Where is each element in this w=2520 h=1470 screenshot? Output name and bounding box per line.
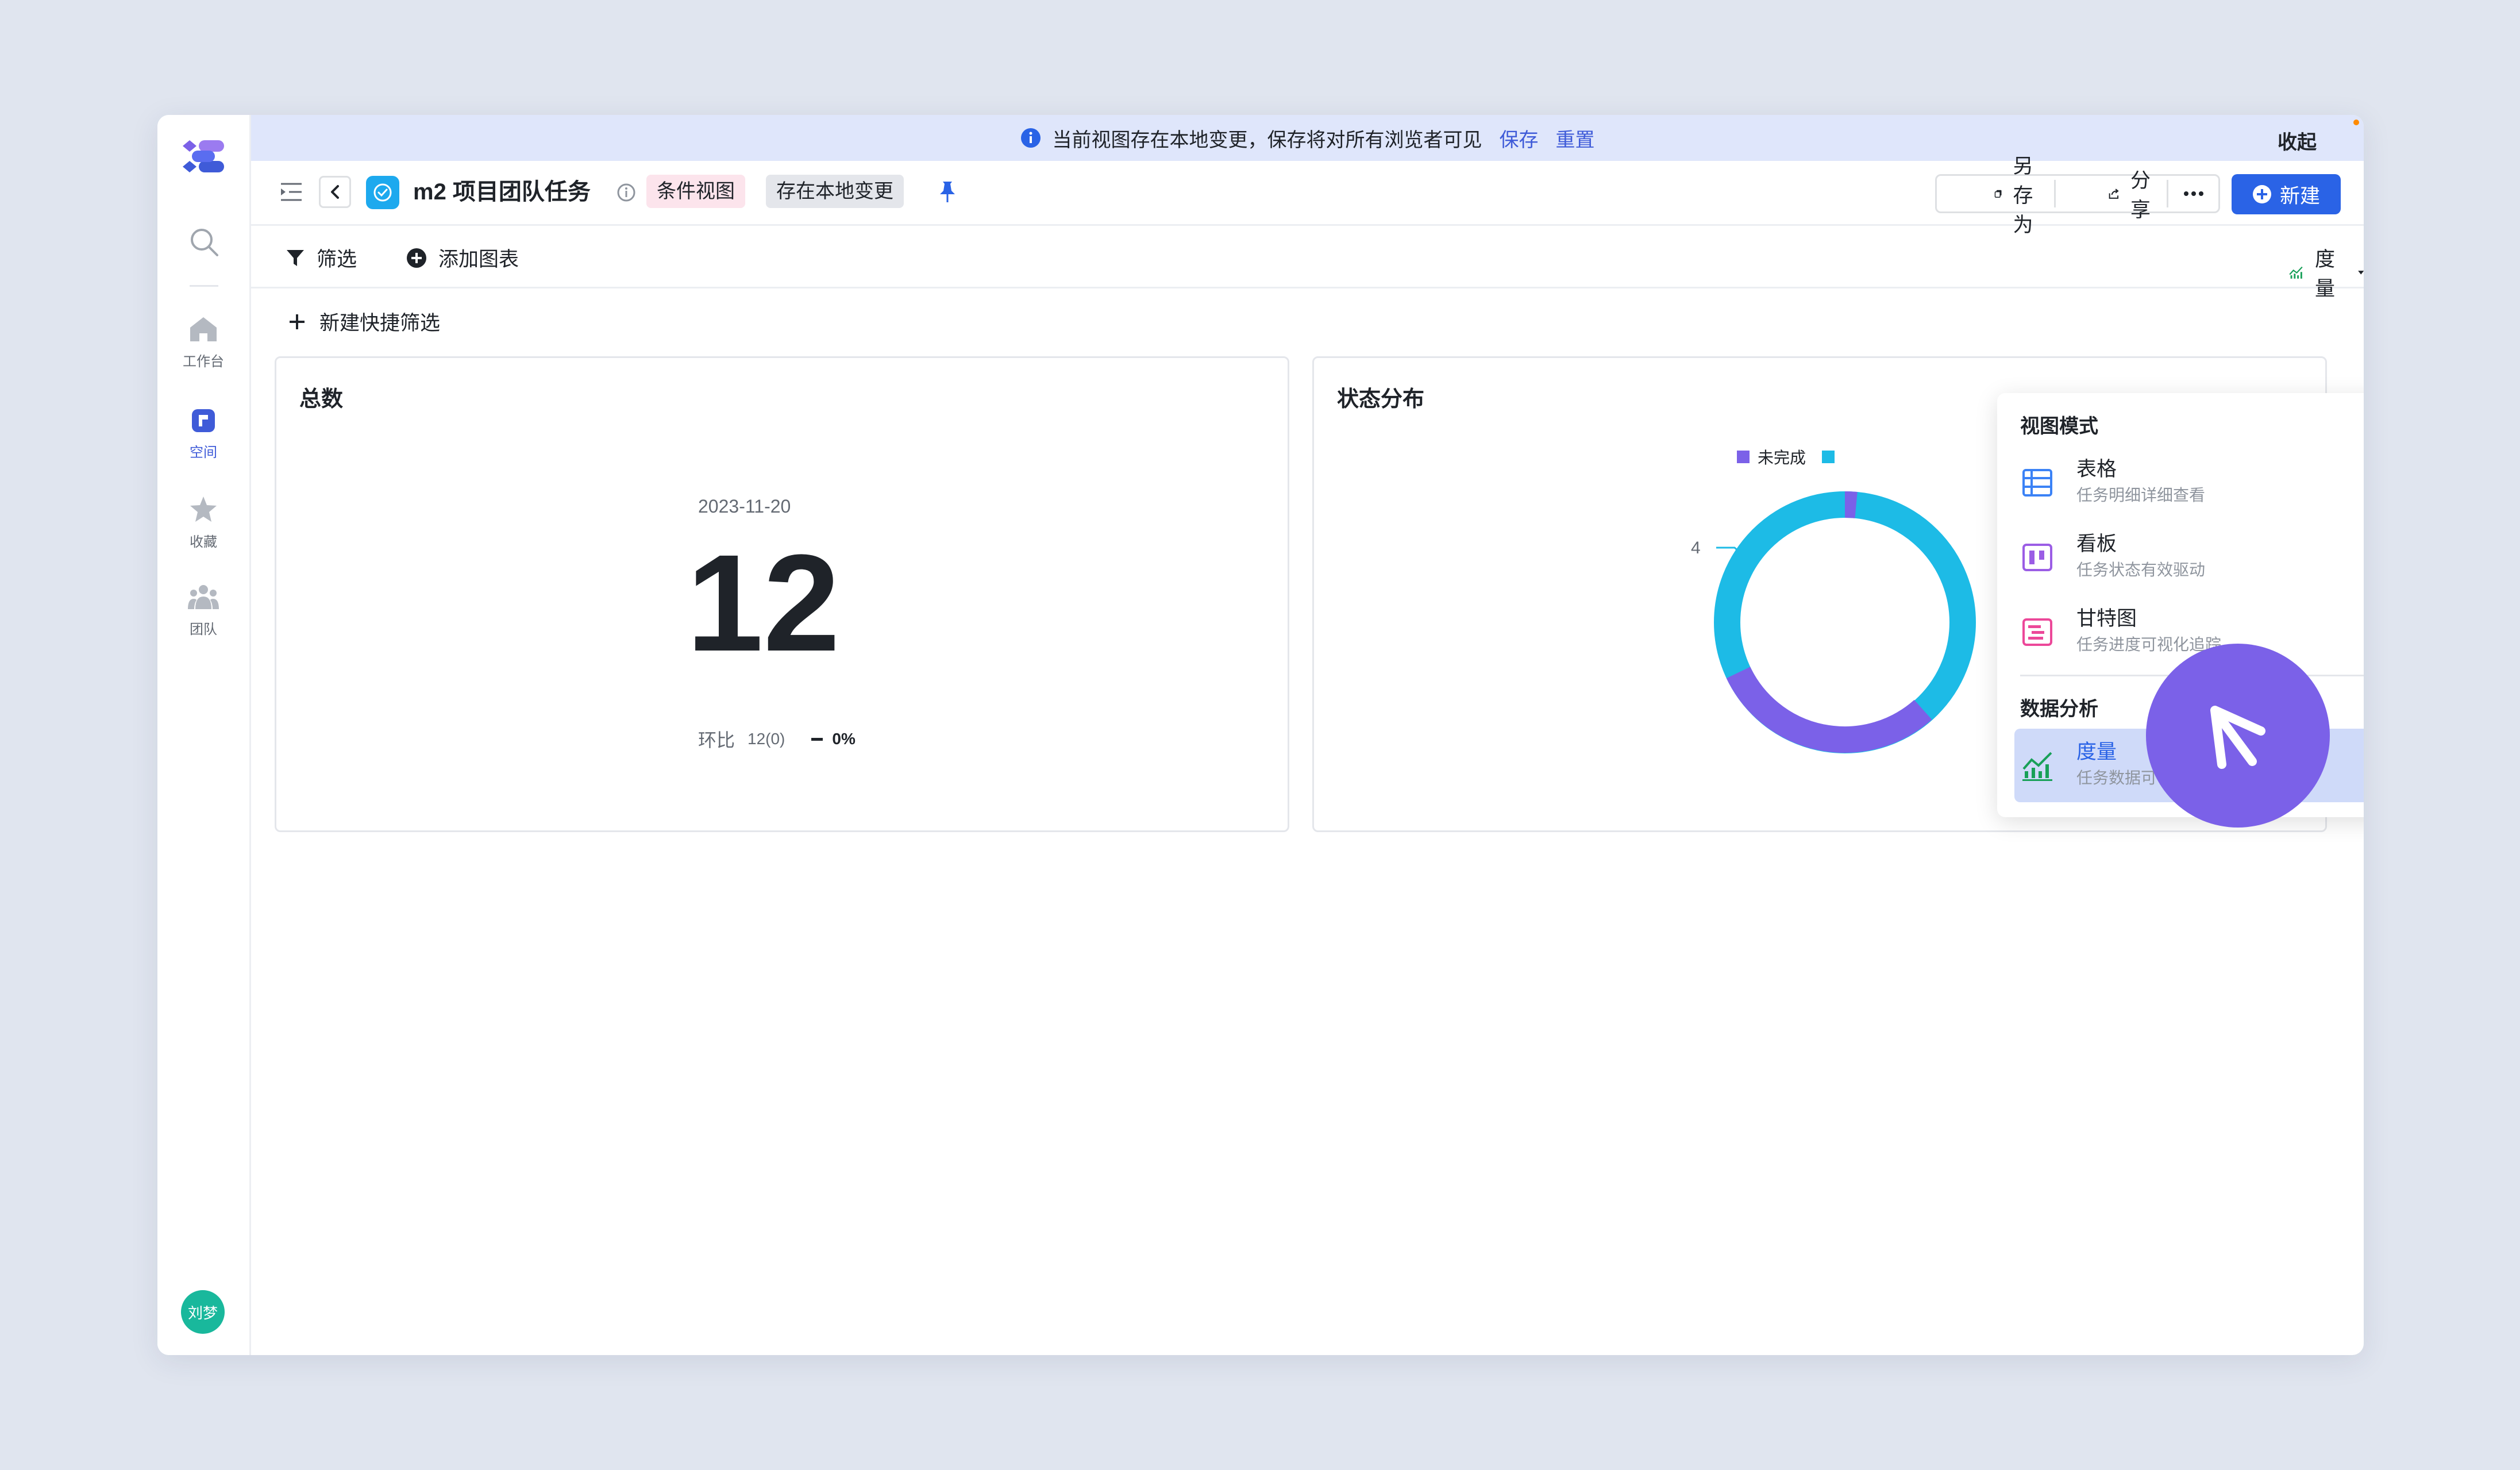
new-button[interactable]: 新建: [2232, 174, 2341, 214]
menu-section-analysis: 数据分析: [2020, 698, 2098, 720]
cursor-arrow-icon: [2210, 706, 2265, 769]
app-window: 工作台 空间 收藏 团队 刘梦 当前视图存在本地变更，保存将对所有浏览者可见 保…: [157, 115, 2364, 1355]
plus-icon: [290, 314, 305, 329]
page-title: m2 项目团队任务: [413, 179, 591, 205]
legend-swatch-incomplete: [1737, 451, 1750, 463]
copy-icon: [1994, 190, 2002, 198]
new-quick-filter-label: 新建快捷筛选: [319, 312, 441, 334]
chart-legend: 未完成: [1737, 445, 1835, 468]
add-chart-label: 添加图表: [438, 248, 519, 271]
view-header: m2 项目团队任务 条件视图 存在本地变更 另存为 分享 新建: [251, 155, 2364, 236]
menu-item-table[interactable]: 表格 任务明细详细查看 默认: [2014, 446, 2364, 519]
button-divider: [2167, 180, 2168, 207]
more-button[interactable]: [2170, 174, 2218, 213]
sidebar-divider: [190, 285, 218, 287]
reset-link[interactable]: 重置: [1556, 124, 1595, 152]
add-chart-button[interactable]: 添加图表: [406, 243, 519, 272]
sidebar-item-favorites[interactable]: 收藏: [157, 495, 249, 551]
menu-item-kanban[interactable]: 看板 任务状态有效驱动: [2014, 521, 2364, 594]
condition-view-tag[interactable]: 条件视图: [646, 175, 745, 208]
share-button[interactable]: 分享: [2108, 170, 2157, 221]
notification-dot: [2353, 120, 2359, 125]
more-icon: [2184, 191, 2203, 196]
cursor-indicator: [2146, 644, 2330, 828]
local-changes-tag[interactable]: 存在本地变更: [766, 175, 904, 208]
filter-label: 筛选: [317, 248, 357, 271]
info-icon: [1020, 128, 1041, 148]
card-title: 状态分布: [1337, 387, 1425, 411]
compare-value: 12(0): [747, 730, 785, 748]
team-icon: [188, 585, 219, 609]
sidebar-item-space[interactable]: 空间: [157, 408, 249, 461]
compare-change: 0%: [832, 730, 856, 748]
metric-compare: 环比 12(0) 0%: [698, 726, 856, 752]
project-icon: [366, 176, 399, 209]
menu-item-title: 甘特图: [2076, 607, 2137, 630]
space-icon: [192, 409, 215, 432]
table-icon: [2022, 469, 2052, 497]
compare-label: 环比: [698, 730, 735, 751]
share-label: 分享: [2130, 170, 2151, 221]
avatar[interactable]: 刘梦: [181, 1290, 225, 1334]
save-as-button[interactable]: 另存为: [1994, 155, 2042, 236]
toolbar: 筛选 添加图表 度量: [251, 226, 2364, 300]
legend-label-incomplete: 未完成: [1758, 449, 1806, 467]
save-as-label: 另存为: [2013, 155, 2033, 236]
button-divider: [2054, 180, 2056, 207]
plus-circle-icon: [407, 248, 426, 268]
sidebar-item-label: 团队: [190, 622, 217, 637]
gantt-icon: [2022, 618, 2052, 646]
back-button[interactable]: [319, 176, 351, 208]
menu-item-title: 表格: [2076, 458, 2117, 480]
pin-icon[interactable]: [937, 180, 958, 203]
menu-item-desc: 任务明细详细查看: [2076, 486, 2206, 504]
save-link[interactable]: 保存: [1500, 124, 1539, 152]
share-icon: [2109, 188, 2119, 199]
donut-segment-incomplete: [1726, 667, 1932, 753]
total-card[interactable]: 总数 2023-11-20 12 环比 12(0) 0%: [275, 356, 1289, 832]
app-logo-icon[interactable]: [180, 138, 226, 178]
new-label: 新建: [2279, 184, 2320, 207]
view-mode-dropdown[interactable]: 度量: [2288, 243, 2364, 302]
view-mode-label: 度量: [2315, 248, 2336, 300]
collapse-button[interactable]: 收起: [2278, 126, 2317, 155]
metric-value: 12: [687, 526, 840, 680]
home-icon: [190, 317, 217, 341]
menu-item-title: 看板: [2076, 533, 2117, 555]
new-quick-filter-button[interactable]: 新建快捷筛选: [288, 307, 440, 336]
filter-icon: [287, 249, 304, 266]
menu-item-desc: 任务状态有效驱动: [2076, 561, 2206, 579]
local-changes-banner: 当前视图存在本地变更，保存将对所有浏览者可见 保存 重置 收起: [251, 115, 2364, 161]
toggle-sidebar-icon[interactable]: [280, 182, 303, 202]
sidebar-item-label: 工作台: [183, 354, 224, 370]
metric-date: 2023-11-20: [698, 496, 791, 517]
status-donut-chart: 4: [1691, 491, 1976, 753]
plus-circle-icon: [2252, 185, 2271, 203]
chart-line-icon: [2289, 266, 2303, 279]
filter-button[interactable]: 筛选: [286, 243, 357, 272]
sidebar-item-label: 收藏: [190, 534, 217, 550]
info-outline-icon[interactable]: [616, 183, 636, 202]
caret-down-icon: [2357, 271, 2364, 275]
chart-line-icon: [2022, 752, 2052, 781]
search-icon[interactable]: [188, 226, 219, 257]
menu-section-view-mode: 视图模式: [2020, 415, 2098, 437]
menu-item-title: 度量: [2076, 741, 2117, 763]
chevron-left-icon: [331, 185, 339, 199]
kanban-icon: [2022, 544, 2052, 571]
legend-swatch-complete: [1822, 451, 1835, 463]
card-title: 总数: [299, 387, 344, 411]
sidebar-item-label: 空间: [190, 445, 217, 460]
banner-message: 当前视图存在本地变更，保存将对所有浏览者可见: [1052, 129, 1482, 151]
sidebar-item-team[interactable]: 团队: [157, 584, 249, 638]
trend-flat-icon: [811, 737, 823, 741]
star-icon: [190, 497, 217, 522]
check-circle-icon: [373, 183, 392, 202]
callout-label: 4: [1691, 538, 1701, 557]
sidebar: 工作台 空间 收藏 团队 刘梦: [157, 115, 251, 1355]
sidebar-item-workbench[interactable]: 工作台: [157, 316, 249, 370]
